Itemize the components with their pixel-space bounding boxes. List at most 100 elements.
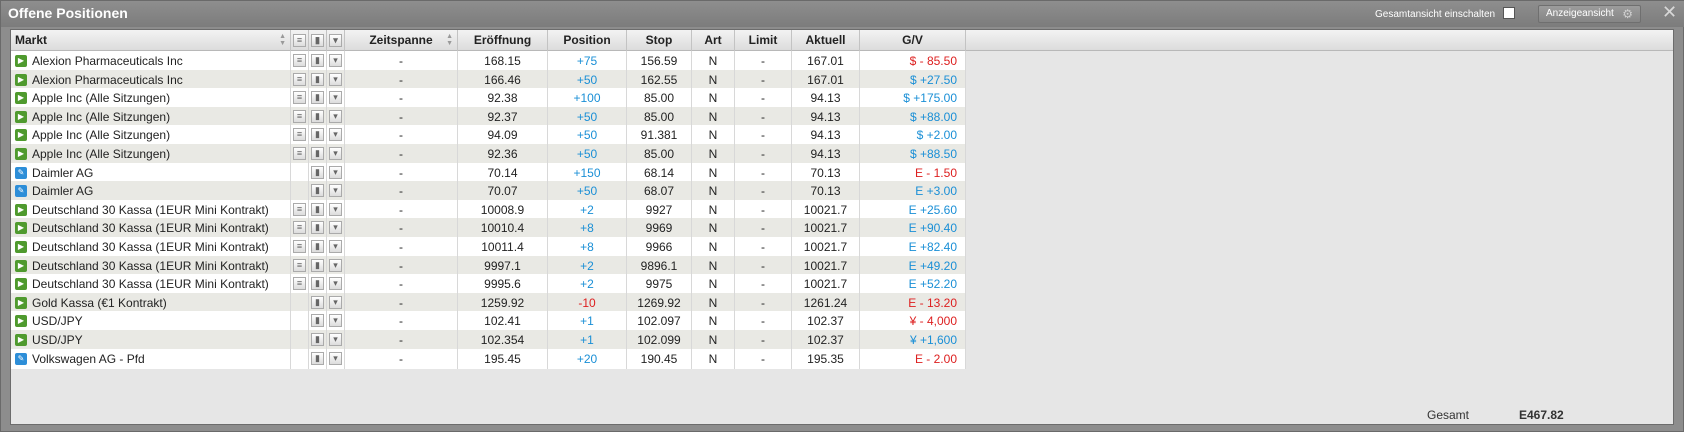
- cell-market[interactable]: ▶ Deutschland 30 Kassa (1EUR Mini Kontrak…: [11, 255, 291, 276]
- cell-market[interactable]: ▶ Deutschland 30 Kassa (1EUR Mini Kontrak…: [11, 199, 291, 220]
- column-header-limit[interactable]: Limit: [735, 30, 792, 51]
- dropdown-icon[interactable]: ▾: [329, 277, 342, 291]
- dropdown-icon[interactable]: ▾: [329, 351, 342, 365]
- display-view-button[interactable]: Anzeigeansicht ⚙: [1538, 5, 1641, 23]
- cell-market[interactable]: ▶ Apple Inc (Alle Sitzungen): [11, 106, 291, 127]
- table-row[interactable]: ▶ Gold Kassa (€1 Kontrakt) ▮ ▾ -1259.92 -10 12…: [11, 292, 966, 313]
- trade-ticket-icon[interactable]: ▶: [15, 296, 27, 309]
- dropdown-icon[interactable]: ▾: [329, 91, 342, 105]
- cell-market[interactable]: ▶ Gold Kassa (€1 Kontrakt): [11, 292, 291, 313]
- cell-market[interactable]: ▶ USD/JPY: [11, 330, 291, 350]
- trade-ticket-icon[interactable]: ▶: [15, 315, 27, 328]
- info-sheet-icon[interactable]: ≡: [293, 128, 306, 142]
- overall-view-toggle-label[interactable]: Gesamtansicht einschalten: [1375, 9, 1495, 20]
- trade-ticket-icon[interactable]: ▶: [15, 92, 27, 105]
- dropdown-icon[interactable]: ▾: [329, 54, 342, 67]
- cell-market[interactable]: ▶ Apple Inc (Alle Sitzungen): [11, 88, 291, 109]
- column-header-timespan[interactable]: Zeitspanne ▲ ▼: [345, 30, 458, 51]
- table-row[interactable]: ▶ Deutschland 30 Kassa (1EUR Mini Kontrak…: [11, 237, 966, 257]
- trade-ticket-icon[interactable]: ▶: [15, 110, 27, 123]
- column-header-chart[interactable]: ▮: [309, 30, 327, 51]
- dropdown-icon[interactable]: ▾: [329, 240, 342, 253]
- chart-icon[interactable]: ▮: [311, 258, 324, 272]
- cell-market[interactable]: ✎ Volkswagen AG - Pfd: [11, 348, 291, 369]
- trade-ticket-icon[interactable]: ▶: [15, 55, 27, 67]
- trade-ticket-icon[interactable]: ▶: [15, 203, 27, 216]
- info-sheet-icon[interactable]: ≡: [293, 258, 306, 272]
- dropdown-icon[interactable]: ▾: [329, 221, 342, 235]
- dropdown-icon[interactable]: ▾: [329, 314, 342, 328]
- trade-ticket-icon[interactable]: ▶: [15, 129, 27, 142]
- column-header-info[interactable]: ≡: [291, 30, 309, 51]
- chart-icon[interactable]: ▮: [311, 351, 324, 365]
- cell-market[interactable]: ▶ Alexion Pharmaceuticals Inc: [11, 69, 291, 90]
- edit-order-icon[interactable]: ✎: [15, 185, 27, 198]
- trade-ticket-icon[interactable]: ▶: [15, 241, 27, 253]
- table-row[interactable]: ▶ Deutschland 30 Kassa (1EUR Mini Kontrak…: [11, 218, 966, 239]
- column-header-pnl[interactable]: G/V: [860, 30, 966, 51]
- column-header-type[interactable]: Art: [692, 30, 735, 51]
- info-sheet-icon[interactable]: ≡: [293, 91, 306, 105]
- column-header-opening[interactable]: Eröffnung: [458, 30, 548, 51]
- cell-market[interactable]: ▶ Alexion Pharmaceuticals Inc: [11, 51, 291, 71]
- trade-ticket-icon[interactable]: ▶: [15, 259, 27, 272]
- trade-ticket-icon[interactable]: ▶: [15, 222, 27, 235]
- info-sheet-icon[interactable]: ≡: [293, 147, 306, 160]
- table-row[interactable]: ✎ Volkswagen AG - Pfd ▮ ▾ -195.45 +20 190.45 N -…: [11, 348, 966, 369]
- table-row[interactable]: ▶ Deutschland 30 Kassa (1EUR Mini Kontrak…: [11, 255, 966, 276]
- window-titlebar[interactable]: Offene Positionen Gesamtansicht einschal…: [1, 1, 1684, 27]
- chart-icon[interactable]: ▮: [311, 72, 324, 86]
- table-row[interactable]: ▶ Deutschland 30 Kassa (1EUR Mini Kontrak…: [11, 274, 966, 295]
- cell-market[interactable]: ▶ Apple Inc (Alle Sitzungen): [11, 144, 291, 164]
- chart-icon[interactable]: ▮: [311, 184, 324, 198]
- table-row[interactable]: ▶ Apple Inc (Alle Sitzungen) ≡ ▮ ▾ -92.37 +50 8…: [11, 106, 966, 127]
- dropdown-icon[interactable]: ▾: [329, 165, 342, 179]
- cell-market[interactable]: ▶ Deutschland 30 Kassa (1EUR Mini Kontrak…: [11, 274, 291, 295]
- dropdown-icon[interactable]: ▾: [329, 184, 342, 198]
- chart-icon[interactable]: ▮: [311, 165, 324, 179]
- chart-icon[interactable]: ▮: [311, 91, 324, 105]
- dropdown-icon[interactable]: ▾: [329, 202, 342, 216]
- cell-market[interactable]: ✎ Daimler AG: [11, 162, 291, 183]
- info-sheet-icon[interactable]: ≡: [293, 221, 306, 235]
- info-sheet-icon[interactable]: ≡: [293, 72, 306, 86]
- dropdown-icon[interactable]: ▾: [329, 109, 342, 123]
- chart-icon[interactable]: ▮: [311, 333, 324, 346]
- overall-view-checkbox[interactable]: [1503, 7, 1515, 19]
- table-row[interactable]: ▶ Deutschland 30 Kassa (1EUR Mini Kontrak…: [11, 199, 966, 220]
- table-row[interactable]: ▶ Apple Inc (Alle Sitzungen) ≡ ▮ ▾ -92.36 +50 8…: [11, 144, 966, 164]
- trade-ticket-icon[interactable]: ▶: [15, 278, 27, 291]
- info-sheet-icon[interactable]: ≡: [293, 54, 306, 67]
- column-header-market[interactable]: Markt ▲ ▼: [11, 30, 291, 51]
- column-header-menu[interactable]: ▾: [327, 30, 345, 51]
- table-row[interactable]: ▶ USD/JPY ▮ ▾ -102.41 +1 102.097 N -102.37 ¥ - 4,…: [11, 311, 966, 332]
- column-header-current[interactable]: Aktuell: [792, 30, 860, 51]
- cell-market[interactable]: ✎ Daimler AG: [11, 181, 291, 202]
- trade-ticket-icon[interactable]: ▶: [15, 148, 27, 160]
- table-row[interactable]: ✎ Daimler AG ▮ ▾ -70.14 +150 68.14 N -70.13 E - 1…: [11, 162, 966, 183]
- chart-icon[interactable]: ▮: [311, 277, 324, 291]
- cell-market[interactable]: ▶ Deutschland 30 Kassa (1EUR Mini Kontrak…: [11, 237, 291, 257]
- dropdown-icon[interactable]: ▾: [329, 258, 342, 272]
- dropdown-icon[interactable]: ▾: [329, 295, 342, 309]
- trade-ticket-icon[interactable]: ▶: [15, 73, 27, 86]
- info-sheet-icon[interactable]: ≡: [293, 202, 306, 216]
- table-row[interactable]: ✎ Daimler AG ▮ ▾ -70.07 +50 68.07 N -70.13 E +3.0…: [11, 181, 966, 202]
- column-header-position[interactable]: Position: [548, 30, 627, 51]
- column-header-stop[interactable]: Stop: [627, 30, 692, 51]
- table-row[interactable]: ▶ Alexion Pharmaceuticals Inc ≡ ▮ ▾ -166.46 +5…: [11, 69, 966, 90]
- dropdown-icon[interactable]: ▾: [329, 128, 342, 142]
- cell-market[interactable]: ▶ USD/JPY: [11, 311, 291, 332]
- chart-icon[interactable]: ▮: [311, 295, 324, 309]
- chart-icon[interactable]: ▮: [311, 109, 324, 123]
- table-row[interactable]: ▶ Alexion Pharmaceuticals Inc ≡ ▮ ▾ -168.15 +7…: [11, 51, 966, 71]
- chart-icon[interactable]: ▮: [311, 240, 324, 253]
- table-row[interactable]: ▶ USD/JPY ▮ ▾ -102.354 +1 102.099 N -102.37 ¥ +1,…: [11, 330, 966, 350]
- trade-ticket-icon[interactable]: ▶: [15, 334, 27, 346]
- table-row[interactable]: ▶ Apple Inc (Alle Sitzungen) ≡ ▮ ▾ -92.38 +100…: [11, 88, 966, 109]
- info-sheet-icon[interactable]: ≡: [293, 240, 306, 253]
- close-icon[interactable]: ✕: [1662, 3, 1677, 21]
- cell-market[interactable]: ▶ Deutschland 30 Kassa (1EUR Mini Kontrak…: [11, 218, 291, 239]
- cell-market[interactable]: ▶ Apple Inc (Alle Sitzungen): [11, 125, 291, 146]
- dropdown-icon[interactable]: ▾: [329, 333, 342, 346]
